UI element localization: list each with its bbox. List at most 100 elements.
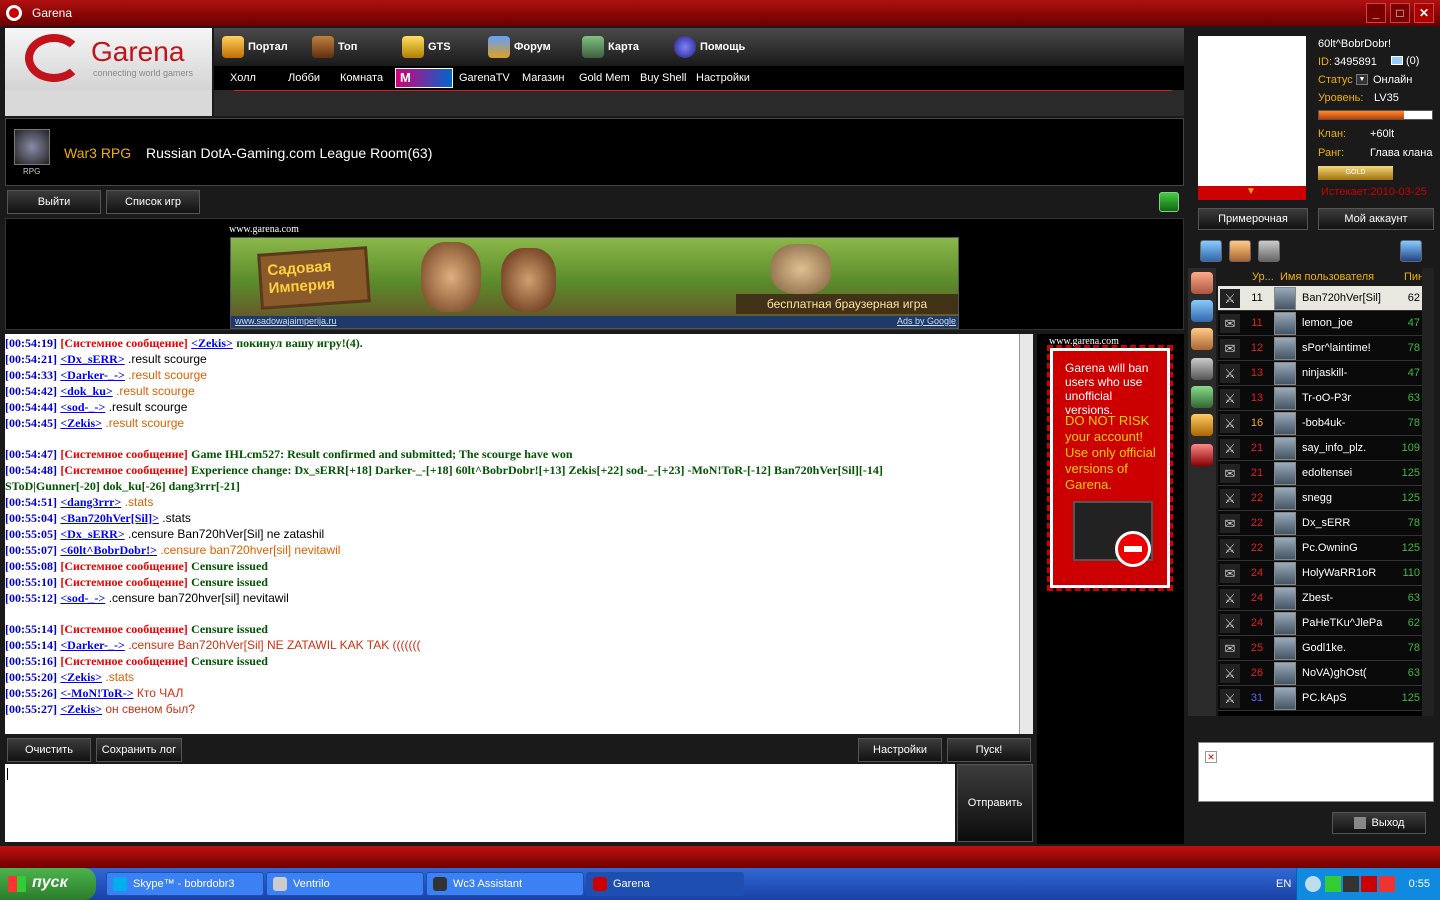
user-row[interactable]: ⚔ 11 Ban720hVer[Sil] 62 <box>1218 286 1422 311</box>
my-account-button[interactable]: Мой аккаунт <box>1318 208 1434 230</box>
start-button[interactable]: пуск <box>0 868 96 900</box>
tray-garena-icon[interactable] <box>1361 876 1377 892</box>
chat-log[interactable]: [00:54:19] [Системное сообщение] <Zekis>… <box>5 334 1019 734</box>
user-row[interactable]: ⚔ 31 PC.kApS 125 <box>1218 686 1422 711</box>
close-button[interactable]: ✕ <box>1414 3 1434 23</box>
clan-tab-icon[interactable] <box>1191 328 1213 350</box>
maximize-button[interactable]: □ <box>1390 3 1410 23</box>
task-skype[interactable]: Skype™ - bobrdobr3 <box>106 872 264 896</box>
exit-room-button[interactable]: Выйти <box>7 190 101 214</box>
user-row[interactable]: ⚔ 26 NoVA)ghOst(63 <box>1218 661 1422 686</box>
logout-button[interactable]: Выход <box>1332 812 1426 834</box>
friends-tab-icon[interactable] <box>1191 300 1213 322</box>
user-row[interactable]: ✉ 22 Dx_sERR 78 <box>1218 511 1422 536</box>
chat-nick-link[interactable]: <Dx_sERR> <box>60 527 124 541</box>
blacklist-tab-icon[interactable] <box>1191 444 1213 466</box>
clear-chat-button[interactable]: Очистить <box>7 738 91 762</box>
nav-help[interactable]: Помощь <box>674 34 745 60</box>
subnav-lobby[interactable]: Лобби <box>288 72 320 84</box>
chat-nick-link[interactable]: <Zekis> <box>60 416 102 430</box>
user-row[interactable]: ⚔ 21 say_info_plz. 109 <box>1218 436 1422 461</box>
save-log-button[interactable]: Сохранить лог <box>96 738 182 762</box>
avatar[interactable] <box>1198 36 1306 186</box>
nav-portal[interactable]: Портал <box>222 34 288 60</box>
user-row[interactable]: ⚔ 13 Tr-oO-P3r 63 <box>1218 386 1422 411</box>
language-indicator[interactable]: EN <box>1276 878 1291 890</box>
mtv-logo-button[interactable]: M <box>395 68 453 88</box>
user-row[interactable]: ✉ 24 HolyWaRR1oR 110 <box>1218 561 1422 586</box>
chat-nick-link[interactable]: <sod-_-> <box>60 400 105 414</box>
chat-nick-link[interactable]: <60lt^BobrDobr!> <box>60 543 157 557</box>
nav-forum[interactable]: Форум <box>488 34 551 60</box>
subnav-room[interactable]: Комната <box>340 72 383 84</box>
chat-nick-link[interactable]: <Ban720hVer[Sil]> <box>60 511 159 525</box>
minimize-button[interactable]: _ <box>1366 3 1386 23</box>
user-list[interactable]: Ур... Имя пользователя Пин ⚔ 11 Ban720hVer… <box>1218 268 1422 716</box>
chat-nick-link[interactable]: <Zekis> <box>60 702 102 716</box>
group-tab-icon[interactable] <box>1191 386 1213 408</box>
task-ventrilo[interactable]: Ventrilo <box>266 872 424 896</box>
list-view-icon[interactable] <box>1400 240 1422 262</box>
users-group-icon[interactable] <box>1229 240 1251 262</box>
subnav-buyshell[interactable]: Buy Shell <box>640 72 686 84</box>
user-row[interactable]: ✉ 12 sPor^laintime! 78 <box>1218 336 1422 361</box>
user-row[interactable]: ⚔ 13 ninjaskill- 47 <box>1218 361 1422 386</box>
user-row[interactable]: ⚔ 16 -bob4uk- 78 <box>1218 411 1422 436</box>
user-row[interactable]: ⚔ 22 snegg 125 <box>1218 486 1422 511</box>
nav-gts[interactable]: GTS <box>402 34 451 60</box>
task-wc3-assistant[interactable]: Wc3 Assistant <box>426 872 584 896</box>
tray-ati-icon[interactable] <box>1379 876 1395 892</box>
chat-settings-button[interactable]: Настройки <box>858 738 942 762</box>
chat-nick-link[interactable]: <Zekis> <box>191 336 233 350</box>
chat-nick-link[interactable]: <sod-_-> <box>60 591 105 605</box>
ad-banner[interactable]: Садовая Империя бесплатная браузерная иг… <box>230 237 959 329</box>
avatar-dropdown[interactable]: ▼ <box>1198 186 1306 200</box>
user-row[interactable]: ⚔ 24 PaHeTKu^JlePa 62 <box>1218 611 1422 636</box>
ads-by-google-link[interactable]: Ads by Google <box>897 316 956 326</box>
chat-nick-link[interactable]: <Darker-_-> <box>60 368 125 382</box>
task-garena[interactable]: Garena <box>586 872 744 896</box>
subnav-shop[interactable]: Магазин <box>522 72 564 84</box>
spectate-tab-icon[interactable] <box>1191 358 1213 380</box>
send-button[interactable]: Отправить <box>957 764 1033 842</box>
header-ping[interactable]: Пин <box>1404 271 1422 283</box>
fitting-room-button[interactable]: Примерочная <box>1198 208 1308 230</box>
chat-nick-link[interactable]: <Dx_sERR> <box>60 352 124 366</box>
subnav-hall[interactable]: Холл <box>230 72 256 84</box>
subnav-goldmem[interactable]: Gold Mem <box>579 72 630 84</box>
chat-nick-link[interactable]: <Darker-_-> <box>60 638 125 652</box>
status-dropdown-icon[interactable]: ▼ <box>1356 74 1368 85</box>
chat-bubbles-icon[interactable] <box>1258 240 1280 262</box>
user-row[interactable]: ✉ 25 Godl1ke. 78 <box>1218 636 1422 661</box>
header-name[interactable]: Имя пользователя <box>1280 271 1374 283</box>
nav-map[interactable]: Карта <box>582 34 639 60</box>
tray-wc3-icon[interactable] <box>1343 876 1359 892</box>
tray-shield-icon[interactable] <box>1325 876 1341 892</box>
add-friend-icon[interactable] <box>1200 240 1222 262</box>
tray-arrow-icon[interactable] <box>1305 876 1321 892</box>
header-level[interactable]: Ур... <box>1252 271 1274 283</box>
chat-nick-link[interactable]: <dang3rrr> <box>60 495 121 509</box>
profile-tab-icon[interactable] <box>1191 414 1213 436</box>
mail-icon[interactable] <box>1391 56 1403 65</box>
user-row[interactable]: ✉ 11 lemon_joe 47 <box>1218 311 1422 336</box>
unofficial-warning-ad[interactable]: Garena will ban users who use unofficial… <box>1047 345 1173 591</box>
chat-scrollbar[interactable] <box>1019 334 1033 734</box>
nav-top[interactable]: Топ <box>312 34 357 60</box>
refresh-icon[interactable] <box>1159 192 1179 212</box>
chat-input[interactable] <box>5 764 955 842</box>
user-list-scrollbar[interactable] <box>1422 268 1434 716</box>
room-users-tab-icon[interactable] <box>1191 272 1213 294</box>
user-row[interactable]: ✉ 21 edoltensei 125 <box>1218 461 1422 486</box>
user-row[interactable]: ⚔ 22 Pc.OwninG 125 <box>1218 536 1422 561</box>
subnav-garenatv[interactable]: GarenaTV <box>459 72 510 84</box>
ad-url-link[interactable]: www.sadowajaimperija.ru <box>235 316 337 326</box>
chat-nick-link[interactable]: <dok_ku> <box>60 384 112 398</box>
subnav-settings[interactable]: Настройки <box>696 72 750 84</box>
user-row[interactable]: ⚔ 24 Zbest- 63 <box>1218 586 1422 611</box>
garena-logo[interactable]: Garena connecting world gamers <box>5 28 212 90</box>
chat-nick-link[interactable]: <Zekis> <box>60 670 102 684</box>
game-list-button[interactable]: Список игр <box>106 190 200 214</box>
chat-nick-link[interactable]: <-MoN!ToR-> <box>60 686 133 700</box>
start-game-button[interactable]: Пуск! <box>947 738 1031 762</box>
